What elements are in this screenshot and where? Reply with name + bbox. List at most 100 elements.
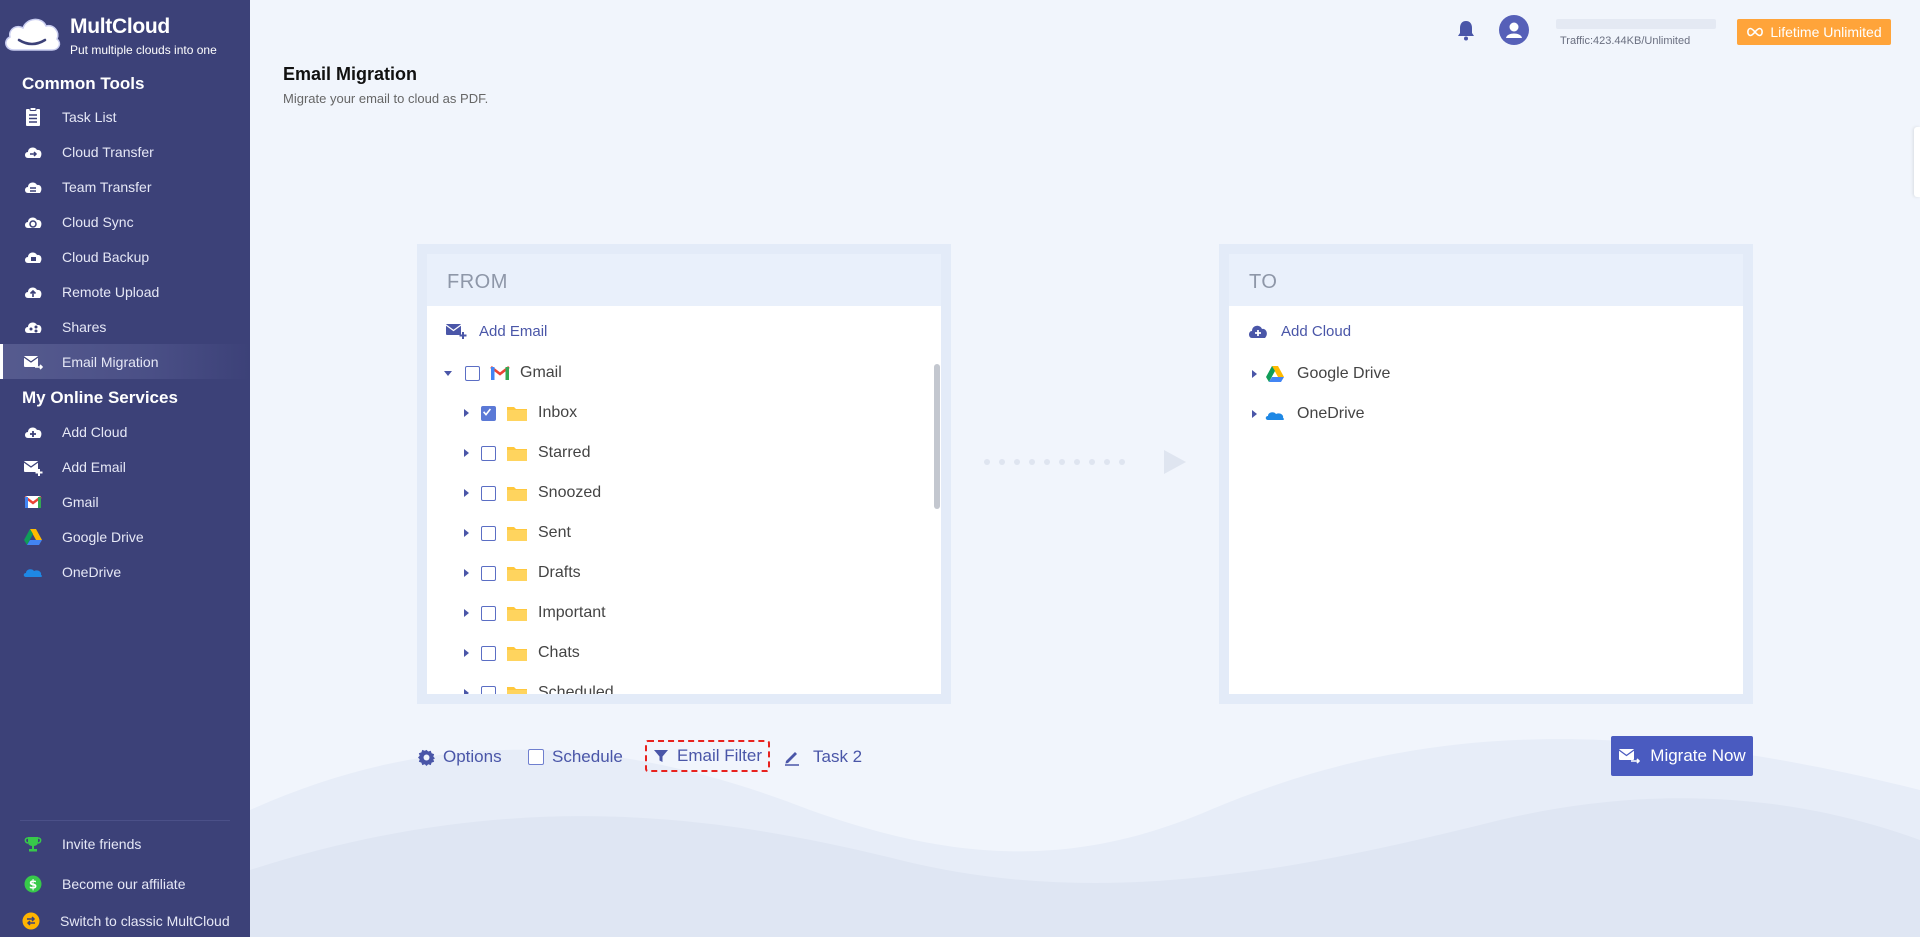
folder-label: Snoozed [538, 484, 602, 501]
from-scrollbar[interactable] [934, 364, 940, 509]
sidebar-item-cloud-sync[interactable]: Cloud Sync [0, 204, 250, 239]
folder-label: Chats [538, 644, 580, 661]
caret-right-icon[interactable] [461, 568, 471, 578]
folder-icon [507, 607, 527, 621]
trophy-icon [24, 837, 42, 852]
folder-checkbox[interactable] [481, 485, 496, 501]
google-drive-icon [24, 529, 42, 545]
cloud-label: Google Drive [1297, 365, 1391, 382]
email-migration-icon [1618, 749, 1641, 764]
add-email-link[interactable]: Add Email [445, 322, 547, 340]
common-tools-heading: Common Tools [22, 74, 145, 93]
sidebar-item-email-migration[interactable]: Email Migration [0, 344, 250, 379]
team-transfer-icon [25, 182, 42, 193]
sidebar-item-affiliate[interactable]: $ Become our affiliate [0, 866, 250, 901]
tree-row-google-drive[interactable]: Google Drive [1249, 362, 1390, 386]
sidebar-item-gmail[interactable]: Gmail [0, 484, 250, 519]
migrate-now-label: Migrate Now [1650, 746, 1746, 765]
folder-checkbox[interactable] [481, 605, 496, 621]
side-panel-handle[interactable] [1914, 127, 1920, 197]
to-title: TO [1249, 271, 1278, 293]
add-cloud-link[interactable]: Add Cloud [1247, 322, 1351, 340]
user-avatar[interactable] [1499, 15, 1529, 45]
brand-tagline: Put multiple clouds into one [70, 43, 217, 57]
svg-text:$: $ [29, 878, 37, 892]
folder-checkbox[interactable] [481, 645, 496, 661]
options-button[interactable]: Options [418, 743, 502, 771]
tree-row-folder[interactable]: Inbox [461, 401, 577, 425]
tree-row-folder[interactable]: Snoozed [461, 481, 601, 505]
sidebar-item-shares[interactable]: Shares [0, 309, 250, 344]
tree-row-folder[interactable]: Drafts [461, 561, 581, 585]
folder-checkbox[interactable] [481, 405, 496, 421]
folder-label: Inbox [538, 404, 578, 421]
caret-right-icon[interactable] [461, 688, 471, 694]
schedule-label: Schedule [552, 747, 623, 766]
folder-checkbox[interactable] [481, 445, 496, 461]
caret-right-icon[interactable] [461, 528, 471, 538]
sidebar-item-remote-upload[interactable]: Remote Upload [0, 274, 250, 309]
traffic-progress-bar [1556, 19, 1716, 29]
folder-checkbox[interactable] [481, 565, 496, 581]
lifetime-label: Lifetime Unlimited [1770, 24, 1882, 40]
folder-label: Scheduled [538, 684, 614, 694]
sidebar-item-label: Google Drive [62, 528, 144, 545]
sidebar-item-label: Remote Upload [62, 283, 160, 300]
caret-right-icon[interactable] [1249, 369, 1259, 379]
tree-row-folder[interactable]: Scheduled [461, 681, 614, 694]
add-email-icon [23, 461, 43, 476]
sidebar-item-add-email[interactable]: Add Email [0, 449, 250, 484]
checkmark-icon [482, 408, 492, 416]
caret-right-icon[interactable] [461, 488, 471, 498]
folder-checkbox[interactable] [481, 525, 496, 541]
to-panel-body: TO Add Cloud Google Drive OneDrive [1229, 254, 1743, 694]
schedule-checkbox[interactable] [528, 749, 544, 765]
tree-row-folder[interactable]: Sent [461, 521, 571, 545]
sidebar-item-cloud-transfer[interactable]: Cloud Transfer [0, 134, 250, 169]
tree-row-folder[interactable]: Starred [461, 441, 590, 465]
migrate-now-button[interactable]: Migrate Now [1611, 736, 1753, 776]
from-title: FROM [447, 271, 508, 293]
sidebar-item-team-transfer[interactable]: Team Transfer [0, 169, 250, 204]
lifetime-unlimited-button[interactable]: Lifetime Unlimited [1737, 19, 1891, 45]
gmail-checkbox[interactable] [465, 365, 480, 381]
email-filter-button[interactable]: Email Filter [645, 740, 771, 772]
tree-row-folder[interactable]: Important [461, 601, 606, 625]
caret-right-icon[interactable] [461, 448, 471, 458]
task-list-icon [26, 107, 40, 126]
folder-icon [507, 527, 527, 541]
caret-right-icon[interactable] [1249, 409, 1259, 419]
tree-row-folder[interactable]: Chats [461, 641, 580, 665]
caret-down-icon[interactable] [443, 368, 453, 378]
caret-right-icon[interactable] [461, 648, 471, 658]
sidebar-item-cloud-backup[interactable]: Cloud Backup [0, 239, 250, 274]
tree-row-gmail[interactable]: Gmail [443, 361, 562, 385]
caret-right-icon[interactable] [461, 408, 471, 418]
sidebar-item-switch-classic[interactable]: Switch to classic MultCloud [0, 903, 248, 937]
folder-icon [507, 567, 527, 581]
sidebar-item-invite-friends[interactable]: Invite friends [0, 826, 250, 861]
sidebar-item-add-cloud[interactable]: Add Cloud [0, 414, 250, 449]
sidebar-item-google-drive[interactable]: Google Drive [0, 519, 250, 554]
schedule-button[interactable]: Schedule [528, 743, 623, 771]
sidebar-item-task-list[interactable]: Task List [0, 99, 250, 134]
task-name-button[interactable]: Task 2 [783, 743, 862, 771]
folder-checkbox[interactable] [481, 685, 496, 694]
notification-bell-icon[interactable] [1454, 18, 1478, 42]
my-online-services-heading: My Online Services [22, 388, 178, 407]
email-filter-label: Email Filter [677, 746, 763, 765]
sidebar-item-label: Team Transfer [62, 178, 152, 195]
to-panel: TO Add Cloud Google Drive OneDrive [1219, 244, 1753, 704]
sidebar-divider [20, 820, 230, 821]
sidebar-item-label: Email Migration [62, 353, 159, 370]
caret-right-icon[interactable] [461, 608, 471, 618]
sidebar-item-label: Invite friends [62, 835, 142, 852]
sidebar-item-onedrive[interactable]: OneDrive [0, 554, 250, 589]
google-drive-icon [1266, 366, 1284, 382]
tree-row-onedrive[interactable]: OneDrive [1249, 402, 1365, 426]
logo[interactable]: MultCloud Put multiple clouds into one [0, 6, 250, 58]
from-panel-body: FROM Add Email Gmail Inbox Starred Snooz… [427, 254, 941, 694]
add-cloud-icon [25, 427, 42, 438]
gmail-icon [490, 365, 510, 380]
infinity-icon [1747, 27, 1764, 37]
